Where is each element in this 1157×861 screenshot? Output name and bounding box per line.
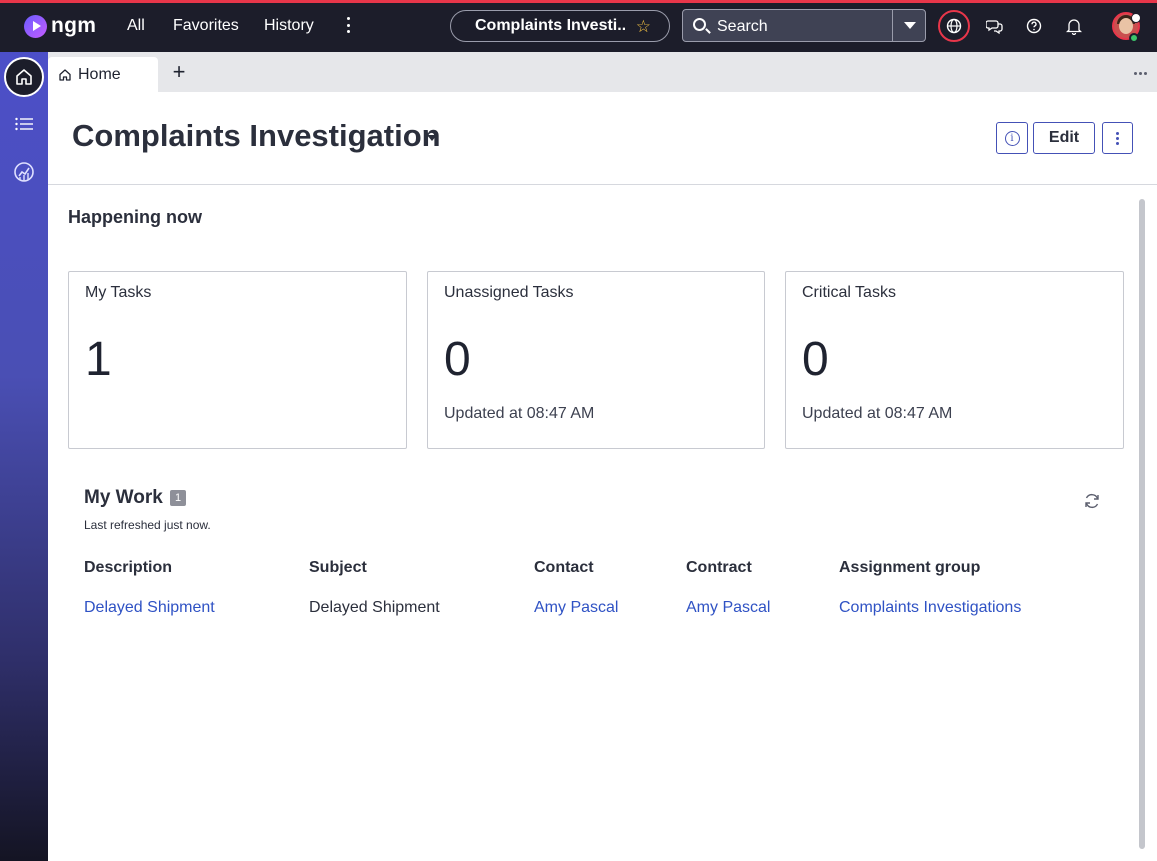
search-divider bbox=[892, 10, 893, 41]
star-icon[interactable]: ☆ bbox=[636, 17, 651, 37]
row-contract-link[interactable]: Amy Pascal bbox=[686, 599, 770, 617]
search-placeholder: Search bbox=[717, 18, 768, 35]
nav-history[interactable]: History bbox=[264, 17, 314, 35]
presence-status-icon bbox=[1129, 33, 1139, 43]
header-divider bbox=[48, 184, 1157, 185]
card-value: 0 bbox=[444, 333, 471, 386]
search-icon bbox=[693, 18, 706, 31]
search-input[interactable]: Search bbox=[682, 9, 926, 42]
search-dropdown-icon[interactable] bbox=[904, 22, 916, 29]
dashboard-icon[interactable] bbox=[12, 160, 36, 184]
tab-overflow-icon[interactable] bbox=[1134, 72, 1147, 75]
card-critical-tasks[interactable]: Critical Tasks 0 Updated at 08:47 AM bbox=[785, 271, 1124, 449]
add-tab-icon[interactable]: + bbox=[170, 61, 188, 83]
column-header-contact[interactable]: Contact bbox=[534, 559, 594, 577]
row-assignment-group-link[interactable]: Complaints Investigations bbox=[839, 599, 1021, 617]
workspace-title-pill[interactable]: Complaints Investi... ☆ bbox=[450, 10, 670, 42]
home-tab-icon bbox=[59, 68, 71, 81]
workspace-title: Complaints Investi... bbox=[475, 17, 625, 34]
card-value: 1 bbox=[85, 333, 112, 386]
list-icon[interactable] bbox=[12, 112, 36, 136]
home-icon bbox=[16, 69, 32, 85]
logo[interactable]: ngm bbox=[24, 14, 96, 38]
column-header-description[interactable]: Description bbox=[84, 559, 172, 577]
globe-icon[interactable] bbox=[940, 12, 968, 40]
more-actions-button[interactable] bbox=[1102, 122, 1133, 154]
nav-all[interactable]: All bbox=[127, 17, 145, 35]
bell-icon[interactable] bbox=[1060, 12, 1088, 40]
card-updated: Updated at 08:47 AM bbox=[444, 405, 595, 422]
tab-home[interactable]: Home bbox=[48, 57, 158, 92]
page-title: Complaints Investigation bbox=[72, 118, 441, 153]
title-dropdown-icon[interactable] bbox=[427, 135, 437, 141]
column-header-contract[interactable]: Contract bbox=[686, 559, 752, 577]
row-subject: Delayed Shipment bbox=[309, 599, 440, 616]
logo-text: ngm bbox=[51, 14, 97, 37]
card-title: Unassigned Tasks bbox=[444, 284, 574, 301]
help-icon[interactable] bbox=[1020, 12, 1048, 40]
card-updated: Updated at 08:47 AM bbox=[802, 405, 953, 422]
row-description-link[interactable]: Delayed Shipment bbox=[84, 599, 215, 617]
nav-more-icon[interactable] bbox=[346, 17, 350, 33]
column-header-subject[interactable]: Subject bbox=[309, 559, 367, 577]
column-header-assignment-group[interactable]: Assignment group bbox=[839, 559, 980, 577]
info-button[interactable]: i bbox=[996, 122, 1028, 154]
left-rail bbox=[0, 52, 48, 861]
rail-home-button[interactable] bbox=[4, 57, 44, 97]
card-value: 0 bbox=[802, 333, 829, 386]
card-my-tasks[interactable]: My Tasks 1 bbox=[68, 271, 407, 449]
info-icon: i bbox=[1004, 130, 1020, 146]
happening-now-title: Happening now bbox=[68, 207, 202, 227]
nav-favorites[interactable]: Favorites bbox=[173, 17, 239, 35]
tab-bar: Home + bbox=[48, 52, 1157, 92]
card-unassigned-tasks[interactable]: Unassigned Tasks 0 Updated at 08:47 AM bbox=[427, 271, 765, 449]
settings-badge-icon bbox=[1131, 13, 1141, 23]
card-title: My Tasks bbox=[85, 284, 152, 301]
refresh-icon[interactable] bbox=[1083, 492, 1101, 510]
tab-home-label: Home bbox=[78, 65, 121, 83]
logo-icon bbox=[24, 14, 47, 38]
my-work-count-badge: 1 bbox=[170, 490, 186, 506]
kebab-icon bbox=[1116, 131, 1119, 145]
card-title: Critical Tasks bbox=[802, 284, 896, 301]
my-work-title: My Work bbox=[84, 487, 163, 508]
row-contact-link[interactable]: Amy Pascal bbox=[534, 599, 618, 617]
last-refreshed-text: Last refreshed just now. bbox=[84, 518, 211, 532]
chat-icon[interactable] bbox=[980, 12, 1008, 40]
edit-button[interactable]: Edit bbox=[1033, 122, 1095, 154]
top-header: ngm All Favorites History Complaints Inv… bbox=[0, 3, 1157, 52]
scrollbar[interactable] bbox=[1139, 199, 1145, 849]
